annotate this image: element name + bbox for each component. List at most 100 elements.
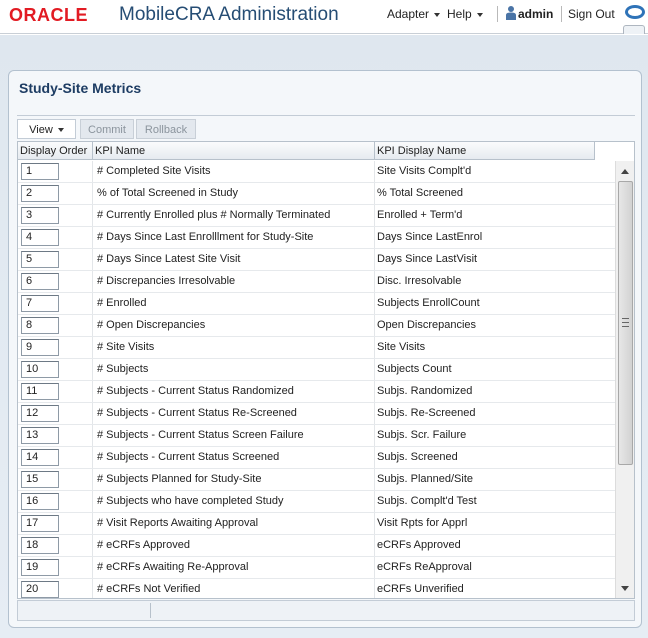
kpi-display-name-cell: Subjects EnrollCount [377,297,480,309]
display-order-cell: 3 [18,205,93,226]
scrollbar-thumb[interactable] [618,181,633,465]
display-order-input[interactable]: 7 [21,295,59,312]
kpi-display-name-cell: eCRFs ReApproval [377,561,472,573]
kpi-name-cell: # Subjects - Current Status Screened [93,447,375,468]
display-order-cell: 19 [18,557,93,578]
display-order-input[interactable]: 12 [21,405,59,422]
kpi-name-cell: # Site Visits [93,337,375,358]
table-row[interactable]: 15 # Subjects Planned for Study-Site Subjs… [18,469,617,491]
display-order-cell: 11 [18,381,93,402]
collapse-header-tab[interactable] [623,25,645,34]
display-order-input[interactable]: 6 [21,273,59,290]
help-menu-label: Help [447,7,472,21]
table-row[interactable]: 6 # Discrepancies Irresolvable Disc. Irres… [18,271,617,293]
table-row[interactable]: 13 # Subjects - Current Status Screen Fai… [18,425,617,447]
adapter-menu[interactable]: Adapter [387,7,441,21]
table-row[interactable]: 11 # Subjects - Current Status Randomized… [18,381,617,403]
user-icon [506,6,516,20]
display-order-cell: 13 [18,425,93,446]
table-row[interactable]: 5 # Days Since Latest Site Visit Days Sinc… [18,249,617,271]
kpi-name-cell: # Subjects - Current Status Randomized [93,381,375,402]
kpi-name-cell: # Open Discrepancies [93,315,375,336]
table-row[interactable]: 14 # Subjects - Current Status Screened Su… [18,447,617,469]
column-header-kpi-display-name[interactable]: KPI Display Name [375,142,595,160]
display-order-input[interactable]: 17 [21,515,59,532]
view-menu-label: View [29,124,53,136]
table-row[interactable]: 17 # Visit Reports Awaiting Approval Visit… [18,513,617,535]
display-order-input[interactable]: 10 [21,361,59,378]
table-row[interactable]: 4 # Days Since Last Enrolllment for Study… [18,227,617,249]
vertical-scrollbar[interactable] [615,161,634,598]
display-order-cell: 9 [18,337,93,358]
display-order-input[interactable]: 3 [21,207,59,224]
display-order-cell: 7 [18,293,93,314]
display-order-input[interactable]: 9 [21,339,59,356]
display-order-cell: 2 [18,183,93,204]
table-row[interactable]: 19 # eCRFs Awaiting Re-Approval eCRFs ReAp… [18,557,617,579]
app-title: MobileCRA Administration [119,4,339,25]
table-row[interactable]: 1 # Completed Site Visits Site Visits Comp… [18,161,617,183]
display-order-input[interactable]: 4 [21,229,59,246]
kpi-display-name-cell: Subjs. Randomized [377,385,473,397]
kpi-display-name-cell: Visit Rpts for Apprl [377,517,468,529]
scroll-up-arrow-icon[interactable] [621,169,629,174]
metrics-table: Display Order KPI Name KPI Display Name … [17,141,635,599]
display-order-input[interactable]: 19 [21,559,59,576]
oracle-logo: ORACLE [9,5,88,25]
kpi-display-name-cell: eCRFs Unverified [377,583,464,595]
display-order-input[interactable]: 15 [21,471,59,488]
sign-out-link[interactable]: Sign Out [568,7,615,21]
table-row[interactable]: 7 # Enrolled Subjects EnrollCount [18,293,617,315]
display-order-cell: 20 [18,579,93,598]
table-row[interactable]: 3 # Currently Enrolled plus # Normally Te… [18,205,617,227]
view-menu[interactable]: View [17,119,76,139]
display-order-input[interactable]: 8 [21,317,59,334]
display-order-input[interactable]: 16 [21,493,59,510]
kpi-display-name-cell: Subjs. Planned/Site [377,473,474,485]
table-row[interactable]: 16 # Subjects who have completed Study Sub… [18,491,617,513]
scroll-down-arrow-icon[interactable] [621,586,629,591]
display-order-input[interactable]: 2 [21,185,59,202]
kpi-display-name-cell: eCRFs Approved [377,539,461,551]
display-order-input[interactable]: 14 [21,449,59,466]
current-user: admin [518,7,554,21]
kpi-display-name-cell: Site Visits [377,341,426,353]
column-header-kpi-name[interactable]: KPI Name [93,142,375,160]
column-header-display-order[interactable]: Display Order [18,142,93,160]
display-order-cell: 1 [18,161,93,182]
rollback-button[interactable]: Rollback [136,119,196,139]
table-row[interactable]: 18 # eCRFs Approved eCRFs Approved [18,535,617,557]
table-row[interactable]: 8 # Open Discrepancies Open Discrepancies [18,315,617,337]
display-order-cell: 12 [18,403,93,424]
display-order-cell: 14 [18,447,93,468]
table-row[interactable]: 12 # Subjects - Current Status Re-Screene… [18,403,617,425]
commit-button[interactable]: Commit [80,119,134,139]
kpi-display-name-cell: Disc. Irresolvable [377,275,462,287]
kpi-name-cell: # Subjects Planned for Study-Site [93,469,375,490]
app-header: ORACLE MobileCRA Administration Adapter … [0,0,648,34]
kpi-name-cell: # eCRFs Not Verified [93,579,375,598]
table-row[interactable]: 10 # Subjects Subjects Count [18,359,617,381]
table-row[interactable]: 9 # Site Visits Site Visits [18,337,617,359]
kpi-name-cell: # Discrepancies Irresolvable [93,271,375,292]
display-order-input[interactable]: 1 [21,163,59,180]
kpi-display-name-cell: Subjects Count [377,363,452,375]
help-menu[interactable]: Help [447,7,483,21]
kpi-display-name-cell: Subjs. Screened [377,451,458,463]
display-order-input[interactable]: 5 [21,251,59,268]
display-order-input[interactable]: 18 [21,537,59,554]
display-order-input[interactable]: 11 [21,383,59,400]
display-order-input[interactable]: 13 [21,427,59,444]
display-order-input[interactable]: 20 [21,581,59,598]
status-bar [17,600,635,621]
display-order-cell: 15 [18,469,93,490]
status-divider [150,603,151,618]
table-row[interactable]: 20 # eCRFs Not Verified eCRFs Unverified [18,579,617,598]
kpi-display-name-cell: Enrolled + Term'd [377,209,463,221]
adapter-menu-label: Adapter [387,7,430,21]
oracle-ring-icon [625,5,645,19]
table-row[interactable]: 2 % of Total Screened in Study% Total Scr… [18,183,617,205]
panel-title: Study-Site Metrics [19,80,142,96]
display-order-cell: 5 [18,249,93,270]
kpi-display-name-cell: Open Discrepancies [377,319,477,331]
